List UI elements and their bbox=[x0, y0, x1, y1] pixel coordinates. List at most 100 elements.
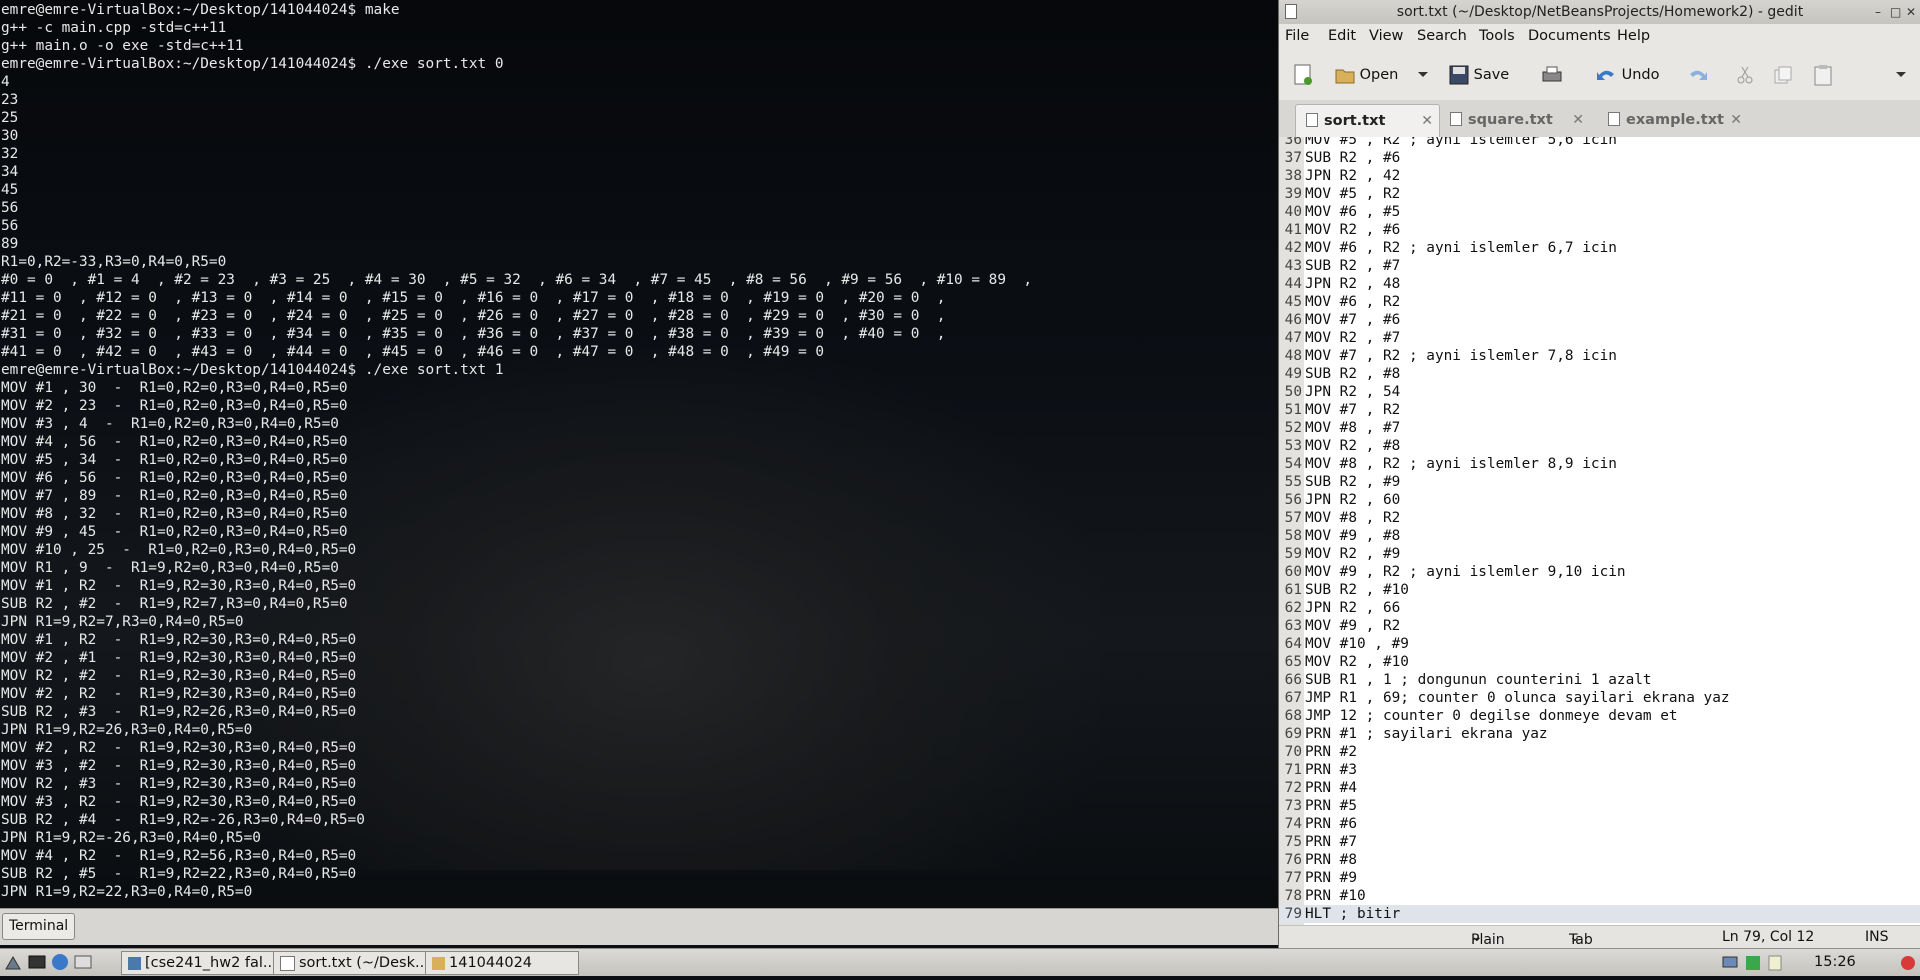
editor-line[interactable]: 76 PRN #8 bbox=[1279, 851, 1920, 869]
close-tab-icon[interactable]: ✕ bbox=[1730, 104, 1742, 136]
editor-line[interactable]: 45 MOV #6 , R2 bbox=[1279, 293, 1920, 311]
editor-line[interactable]: 42 MOV #6 , R2 ; ayni islemler 6,7 icin bbox=[1279, 239, 1920, 257]
new-document-button[interactable] bbox=[1293, 59, 1313, 91]
editor-line[interactable]: 62 JPN R2 , 66 bbox=[1279, 599, 1920, 617]
menu-edit[interactable]: Edit bbox=[1328, 28, 1356, 44]
line-text: PRN #8 bbox=[1305, 852, 1357, 868]
editor-line[interactable]: 47 MOV R2 , #7 bbox=[1279, 329, 1920, 347]
task-cse241-hw2[interactable]: [cse241_hw2 fal... bbox=[121, 951, 275, 975]
editor-line[interactable]: 51 MOV #7 , R2 bbox=[1279, 401, 1920, 419]
task-141044024[interactable]: 141044024 bbox=[425, 951, 579, 975]
close-tab-icon[interactable]: ✕ bbox=[1421, 105, 1433, 137]
show-desktop-icon[interactable] bbox=[74, 953, 92, 971]
undo-button[interactable]: Undo bbox=[1595, 59, 1660, 91]
editor-line[interactable]: 40 MOV #6 , #5 bbox=[1279, 203, 1920, 221]
editor-line[interactable]: 56 JPN R2 , 60 bbox=[1279, 491, 1920, 509]
editor-line[interactable]: 57 MOV #8 , R2 bbox=[1279, 509, 1920, 527]
editor-line[interactable]: 73 PRN #5 bbox=[1279, 797, 1920, 815]
browser-launcher-icon[interactable] bbox=[51, 953, 69, 971]
text-editor[interactable]: 36 MOV #5 , R2 ; ayni islemler 5,6 icin 37… bbox=[1279, 137, 1920, 925]
editor-line[interactable]: 48 MOV #7 , R2 ; ayni islemler 7,8 icin bbox=[1279, 347, 1920, 365]
editor-line[interactable]: 74 PRN #6 bbox=[1279, 815, 1920, 833]
editor-line[interactable]: 50 JPN R2 , 54 bbox=[1279, 383, 1920, 401]
editor-line[interactable]: 37 SUB R2 , #6 bbox=[1279, 149, 1920, 167]
maximize-button[interactable]: □ bbox=[1890, 0, 1901, 24]
editor-line[interactable]: 54 MOV #8 , R2 ; ayni islemler 8,9 icin bbox=[1279, 455, 1920, 473]
editor-line[interactable]: 77 PRN #9 bbox=[1279, 869, 1920, 887]
paste-button[interactable] bbox=[1813, 59, 1833, 91]
menu-help[interactable]: Help bbox=[1617, 28, 1650, 44]
minimize-button[interactable]: – bbox=[1875, 0, 1881, 24]
menu-tools[interactable]: Tools bbox=[1479, 28, 1515, 44]
undo-label: Undo bbox=[1621, 67, 1660, 83]
editor-line[interactable]: 75 PRN #7 bbox=[1279, 833, 1920, 851]
editor-line[interactable]: 38 JPN R2 , 42 bbox=[1279, 167, 1920, 185]
tab-sort-txt[interactable]: sort.txt ✕ bbox=[1295, 104, 1440, 137]
folder-icon bbox=[432, 956, 445, 970]
editor-line[interactable]: 46 MOV #7 , #6 bbox=[1279, 311, 1920, 329]
editor-line[interactable]: 68 JMP 12 ; counter 0 degilse donmeye dev… bbox=[1279, 707, 1920, 725]
editor-line[interactable]: 53 MOV R2 , #8 bbox=[1279, 437, 1920, 455]
editor-line[interactable]: 61 SUB R2 , #10 bbox=[1279, 581, 1920, 599]
language-selector[interactable]: Plain Text ⌄ bbox=[1471, 929, 1505, 964]
editor-line[interactable]: 65 MOV R2 , #10 bbox=[1279, 653, 1920, 671]
editor-line[interactable]: 39 MOV #5 , R2 bbox=[1279, 185, 1920, 203]
menu-documents[interactable]: Documents bbox=[1528, 28, 1611, 44]
print-button[interactable] bbox=[1541, 59, 1563, 91]
task-sort-txt[interactable]: sort.txt (~/Desk... bbox=[273, 951, 427, 975]
power-icon[interactable] bbox=[1899, 954, 1917, 972]
editor-lines[interactable]: 36 MOV #5 , R2 ; ayni islemler 5,6 icin 37… bbox=[1279, 137, 1920, 923]
tab-square-txt[interactable]: square.txt ✕ bbox=[1440, 104, 1590, 136]
editor-line[interactable]: 52 MOV #8 , #7 bbox=[1279, 419, 1920, 437]
menu-view[interactable]: View bbox=[1369, 28, 1403, 44]
close-tab-icon[interactable]: ✕ bbox=[1572, 104, 1584, 136]
copy-button[interactable] bbox=[1773, 59, 1793, 91]
editor-line[interactable]: 49 SUB R2 , #8 bbox=[1279, 365, 1920, 383]
editor-line[interactable]: 71 PRN #3 bbox=[1279, 761, 1920, 779]
editor-line[interactable]: 66 SUB R1 , 1 ; dongunun counterini 1 aza… bbox=[1279, 671, 1920, 689]
editor-line[interactable]: 58 MOV #9 , #8 bbox=[1279, 527, 1920, 545]
start-menu-icon[interactable] bbox=[4, 953, 22, 971]
terminal-line: #21 = 0 , #22 = 0 , #23 = 0 , #24 = 0 , … bbox=[1, 308, 946, 324]
open-button[interactable]: Open bbox=[1335, 59, 1398, 91]
editor-line[interactable]: 59 MOV R2 , #9 bbox=[1279, 545, 1920, 563]
terminal-line: MOV #3 , #2 - R1=9,R2=30,R3=0,R4=0,R5=0 bbox=[1, 758, 357, 774]
terminal-launcher-icon[interactable] bbox=[28, 953, 46, 971]
editor-line[interactable]: 36 MOV #5 , R2 ; ayni islemler 5,6 icin bbox=[1279, 137, 1920, 149]
terminal-tab[interactable]: Terminal bbox=[2, 913, 76, 940]
menu-file[interactable]: File bbox=[1285, 28, 1309, 44]
editor-line[interactable]: 69 PRN #1 ; sayilari ekrana yaz bbox=[1279, 725, 1920, 743]
update-icon[interactable] bbox=[1744, 954, 1762, 972]
notes-icon[interactable] bbox=[1766, 954, 1784, 972]
document-tabs: sort.txt ✕ square.txt ✕ example.txt ✕ bbox=[1279, 100, 1920, 138]
redo-button[interactable] bbox=[1687, 59, 1709, 91]
editor-line[interactable]: 60 MOV #9 , R2 ; ayni islemler 9,10 icin bbox=[1279, 563, 1920, 581]
network-icon[interactable] bbox=[1721, 954, 1739, 972]
editor-line[interactable]: 41 MOV R2 , #6 bbox=[1279, 221, 1920, 239]
editor-line[interactable]: 64 MOV #10 , #9 bbox=[1279, 635, 1920, 653]
editor-line[interactable]: 79 HLT ; bitir bbox=[1279, 905, 1920, 923]
editor-line[interactable]: 44 JPN R2 , 48 bbox=[1279, 275, 1920, 293]
line-text: SUB R2 , #9 bbox=[1305, 474, 1401, 490]
line-text: MOV #7 , R2 ; ayni islemler 7,8 icin bbox=[1305, 348, 1617, 364]
menu-search[interactable]: Search bbox=[1417, 28, 1467, 44]
editor-line[interactable]: 70 PRN #2 bbox=[1279, 743, 1920, 761]
editor-line[interactable]: 72 PRN #4 bbox=[1279, 779, 1920, 797]
editor-line[interactable]: 67 JMP R1 , 69; counter 0 olunca sayilari… bbox=[1279, 689, 1920, 707]
editor-line[interactable]: 43 SUB R2 , #7 bbox=[1279, 257, 1920, 275]
tab-width-selector[interactable]: Tab Width: 4 ⌄ bbox=[1569, 929, 1614, 980]
editor-line[interactable]: 55 SUB R2 , #9 bbox=[1279, 473, 1920, 491]
open-dropdown-button[interactable] bbox=[1417, 59, 1429, 91]
line-number: 41 bbox=[1284, 222, 1302, 238]
terminal-window[interactable]: emre@emre-VirtualBox:~/Desktop/141044024… bbox=[0, 0, 1278, 908]
cut-button[interactable] bbox=[1735, 59, 1755, 91]
editor-line[interactable]: 63 MOV #9 , R2 bbox=[1279, 617, 1920, 635]
save-button[interactable]: Save bbox=[1449, 59, 1509, 91]
editor-line[interactable]: 78 PRN #10 bbox=[1279, 887, 1920, 905]
toolbar-overflow-button[interactable] bbox=[1895, 59, 1907, 91]
tab-example-txt[interactable]: example.txt ✕ bbox=[1598, 104, 1748, 136]
close-button[interactable]: ✕ bbox=[1906, 0, 1916, 24]
line-number: 57 bbox=[1284, 510, 1302, 526]
terminal-output[interactable]: emre@emre-VirtualBox:~/Desktop/141044024… bbox=[1, 1, 1032, 901]
terminal-line: MOV #1 , R2 - R1=9,R2=30,R3=0,R4=0,R5=0 bbox=[1, 632, 357, 648]
